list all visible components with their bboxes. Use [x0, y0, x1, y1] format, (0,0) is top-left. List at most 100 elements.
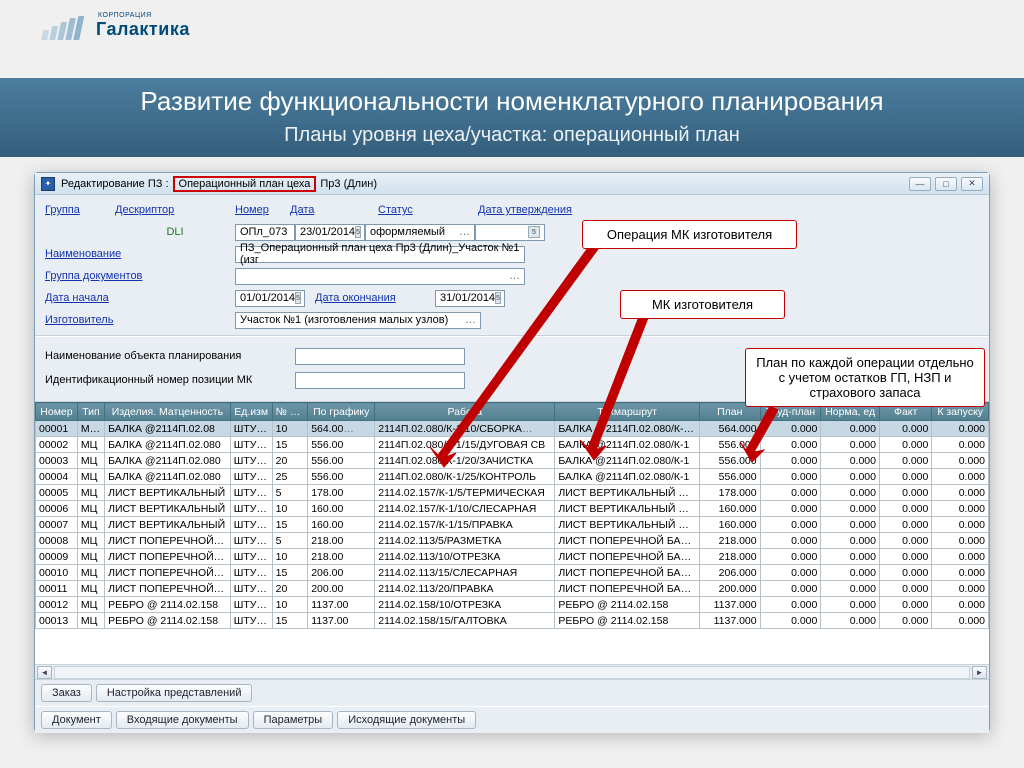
cell[interactable]: 0.000	[879, 549, 931, 565]
cell[interactable]: 160.000	[699, 517, 760, 533]
more-icon[interactable]: …	[343, 423, 354, 435]
cell[interactable]: МЦ	[77, 565, 104, 581]
cell[interactable]: 218.00	[308, 533, 375, 549]
cell[interactable]: 178.000	[699, 485, 760, 501]
tab-doc[interactable]: Документ	[41, 711, 112, 729]
cell[interactable]: 15	[272, 437, 308, 453]
cell[interactable]: ЛИСТ ВЕРТИКАЛЬНЫЙ @ 2	[555, 517, 700, 533]
cell[interactable]: 0.000	[821, 453, 880, 469]
cell[interactable]: РЕБРО @ 2114.02.158	[555, 613, 700, 629]
cell[interactable]: РЕБРО @ 2114.02.158	[555, 597, 700, 613]
cell[interactable]: 206.00	[308, 565, 375, 581]
cell[interactable]: 0.000	[821, 597, 880, 613]
cell[interactable]: 556.000	[699, 437, 760, 453]
cell[interactable]: 2114.02.113/5/РАЗМЕТКА	[375, 533, 555, 549]
table-row[interactable]: 00007МЦЛИСТ ВЕРТИКАЛЬНЫЙШТУКА15160.00211…	[36, 517, 989, 533]
cell[interactable]: 0.000	[932, 453, 989, 469]
cell[interactable]: 2114П.02.080/К-1/15/ДУГОВАЯ СВ	[375, 437, 555, 453]
h-scrollbar[interactable]: ◄ ►	[35, 664, 989, 679]
cell[interactable]: 00009	[36, 549, 78, 565]
cell[interactable]: 00013	[36, 613, 78, 629]
cell[interactable]: 206.000	[699, 565, 760, 581]
cell[interactable]: 1137.00	[308, 597, 375, 613]
col-header[interactable]: Номер	[36, 403, 78, 421]
cell[interactable]: 0.000	[760, 565, 821, 581]
table-row[interactable]: 00011МЦЛИСТ ПОПЕРЕЧНОЙ БАШТУКА20200.0021…	[36, 581, 989, 597]
cell[interactable]: БАЛКА @2114П.02.080/К-▾	[555, 421, 700, 437]
date-picker-icon[interactable]: 5	[495, 292, 501, 304]
cell[interactable]: ЛИСТ ПОПЕРЕЧНОЙ БА	[105, 533, 231, 549]
cell[interactable]: 00001	[36, 421, 78, 437]
cell[interactable]: ЛИСТ ВЕРТИКАЛЬНЫЙ	[105, 485, 231, 501]
cell[interactable]: 00006	[36, 501, 78, 517]
tab-outgoing[interactable]: Исходящие документы	[337, 711, 476, 729]
cell[interactable]: 2114П.02.080/К-1/20/ЗАЧИСТКА	[375, 453, 555, 469]
cell[interactable]: 178.00	[308, 485, 375, 501]
cell[interactable]: ЛИСТ ПОПЕРЕЧНОЙ БА	[105, 565, 231, 581]
cell[interactable]: БАЛКА @2114П.02.080/К-1	[555, 469, 700, 485]
cell[interactable]: 0.000	[821, 549, 880, 565]
cell[interactable]: 556.00	[308, 437, 375, 453]
field-naimen[interactable]: ПЗ_Операционный план цеха Пр3 (Длин)_Уча…	[235, 246, 525, 263]
cell[interactable]: 1137.000	[699, 597, 760, 613]
cell[interactable]: ЛИСТ ВЕРТИКАЛЬНЫЙ	[105, 501, 231, 517]
table-row[interactable]: 00006МЦЛИСТ ВЕРТИКАЛЬНЫЙШТУКА10160.00211…	[36, 501, 989, 517]
cell[interactable]: 0.000	[760, 453, 821, 469]
cell[interactable]: ШТУ▾	[230, 421, 272, 437]
cell[interactable]: 0.000	[932, 581, 989, 597]
cell[interactable]: 0.000	[932, 533, 989, 549]
cell[interactable]: 2114П.02.080/К-1/25/КОНТРОЛЬ	[375, 469, 555, 485]
cell[interactable]: 1137.000	[699, 613, 760, 629]
lbl-data-utv[interactable]: Дата утверждения	[478, 204, 572, 216]
dropdown-icon[interactable]: ▾	[99, 423, 104, 434]
cell[interactable]: 218.000	[699, 533, 760, 549]
cell[interactable]: 00011	[36, 581, 78, 597]
cell[interactable]: 556.000	[699, 469, 760, 485]
field-dstart[interactable]: 01/01/20145	[235, 290, 305, 307]
cell[interactable]: 0.000	[760, 501, 821, 517]
minimize-button[interactable]: —	[909, 177, 931, 191]
cell[interactable]: МЦ	[77, 533, 104, 549]
cell[interactable]: ШТУКА	[230, 613, 272, 629]
cell[interactable]: 2114.02.113/20/ПРАВКА	[375, 581, 555, 597]
col-header[interactable]: № оп.	[272, 403, 308, 421]
cell[interactable]: 0.000	[879, 421, 931, 437]
lbl-naimen[interactable]: Наименование	[45, 248, 235, 260]
cell[interactable]: МЦ	[77, 437, 104, 453]
cell[interactable]: РЕБРО @ 2114.02.158	[105, 613, 231, 629]
tab-params[interactable]: Параметры	[253, 711, 334, 729]
table-row[interactable]: 00010МЦЛИСТ ПОПЕРЕЧНОЙ БАШТУКА15206.0021…	[36, 565, 989, 581]
cell[interactable]: 15	[272, 517, 308, 533]
cell[interactable]: 0.000	[879, 597, 931, 613]
field-status[interactable]: оформляемый…	[365, 224, 475, 241]
scroll-track[interactable]	[54, 666, 970, 679]
col-header[interactable]: Изделия. Матценность	[105, 403, 231, 421]
lbl-dstart[interactable]: Дата начала	[45, 292, 235, 304]
cell[interactable]: 2114.02.157/К-1/10/СЛЕСАРНАЯ	[375, 501, 555, 517]
cell[interactable]: 0.000	[821, 565, 880, 581]
cell[interactable]: 0.000	[821, 613, 880, 629]
cell[interactable]: 0.000	[932, 437, 989, 453]
cell[interactable]: ШТУКА	[230, 581, 272, 597]
cell[interactable]: 564.000	[699, 421, 760, 437]
cell[interactable]: 5	[272, 485, 308, 501]
cell[interactable]: ЛИСТ ВЕРТИКАЛЬНЫЙ @ 2	[555, 485, 700, 501]
cell[interactable]: БАЛКА @2114П.02.08	[105, 421, 231, 437]
table-row[interactable]: 00002МЦБАЛКА @2114П.02.080ШТУКА15556.002…	[36, 437, 989, 453]
cell[interactable]: ШТУКА	[230, 485, 272, 501]
cell[interactable]: ЛИСТ ПОПЕРЕЧНОЙ БАЛКИ	[555, 581, 700, 597]
lbl-gdoc[interactable]: Группа документов	[45, 270, 235, 282]
cell[interactable]: 0.000	[879, 437, 931, 453]
cell[interactable]: 0.000	[932, 613, 989, 629]
cell[interactable]: 0.000	[932, 501, 989, 517]
cell[interactable]: БАЛКА @2114П.02.080	[105, 469, 231, 485]
cell[interactable]: 10	[272, 501, 308, 517]
cell[interactable]: ШТУКА	[230, 469, 272, 485]
cell[interactable]: ШТУКА	[230, 501, 272, 517]
cell[interactable]: 556.000	[699, 453, 760, 469]
table-row[interactable]: 00001МЦ▾БАЛКА @2114П.02.08ШТУ▾10564.00…2…	[36, 421, 989, 437]
field-mk-id[interactable]	[295, 372, 465, 389]
tab-zakaz[interactable]: Заказ	[41, 684, 92, 702]
cell[interactable]: 0.000	[932, 517, 989, 533]
cell[interactable]: ШТУКА	[230, 533, 272, 549]
